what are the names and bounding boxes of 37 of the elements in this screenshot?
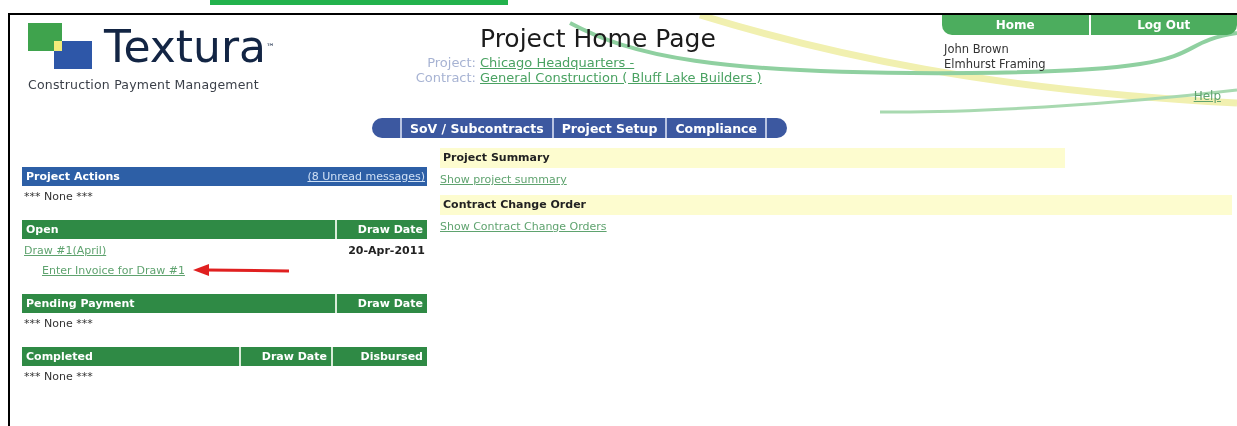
arrow-icon — [192, 263, 289, 277]
logo-wordmark: Textura™ — [104, 23, 275, 71]
user-info: John Brown Elmhurst Framing — [944, 42, 1047, 72]
section-header: Project Summary — [440, 148, 1065, 168]
tabbar-cap — [764, 118, 787, 138]
logo-tagline: Construction Payment Management — [28, 77, 260, 92]
panel-title: Project Actions — [26, 169, 120, 185]
tabbar-cap — [372, 118, 402, 138]
column-header: Open — [22, 220, 335, 239]
info-link[interactable]: General Construction ( Bluff Lake Builders ) — [480, 70, 929, 85]
column-header: Pending Payment — [22, 294, 335, 313]
column-header: Draw Date — [239, 347, 331, 366]
section-link[interactable]: Show project summary — [440, 173, 567, 186]
column-header: Disbursed — [331, 347, 427, 366]
section-header: Contract Change Order — [440, 195, 1232, 215]
empty-text: *** None *** — [23, 369, 94, 383]
column-header: Draw Date — [335, 220, 427, 239]
info-link[interactable]: Chicago Headquarters - — [480, 55, 929, 70]
info-label: Contract: — [414, 70, 476, 85]
empty-text: *** None *** — [23, 189, 94, 203]
messages-link[interactable]: (8 Unread messages) — [307, 167, 425, 186]
nav-tab[interactable]: Project Setup — [551, 118, 666, 138]
invoice-link[interactable]: Enter Invoice for Draw #1 — [42, 263, 185, 277]
nav-tab[interactable]: Compliance — [665, 118, 765, 138]
help-link[interactable]: Help — [1193, 89, 1221, 103]
nav-tab[interactable]: SoV / Subcontracts — [402, 118, 552, 138]
draw-link[interactable]: Draw #1(April) — [24, 244, 107, 257]
info-label: Project: — [426, 55, 476, 70]
column-header: Completed — [22, 347, 239, 366]
section-link[interactable]: Show Contract Change Orders — [440, 220, 607, 233]
logo-icon — [28, 23, 92, 69]
nav-button[interactable]: Home — [942, 15, 1089, 35]
draw-date: 20-Apr-2011 — [348, 244, 425, 257]
nav-button[interactable]: Log Out — [1090, 15, 1237, 35]
column-header: Draw Date — [335, 294, 427, 313]
empty-text: *** None *** — [23, 316, 94, 330]
page-title: Project Home Page — [480, 23, 717, 55]
